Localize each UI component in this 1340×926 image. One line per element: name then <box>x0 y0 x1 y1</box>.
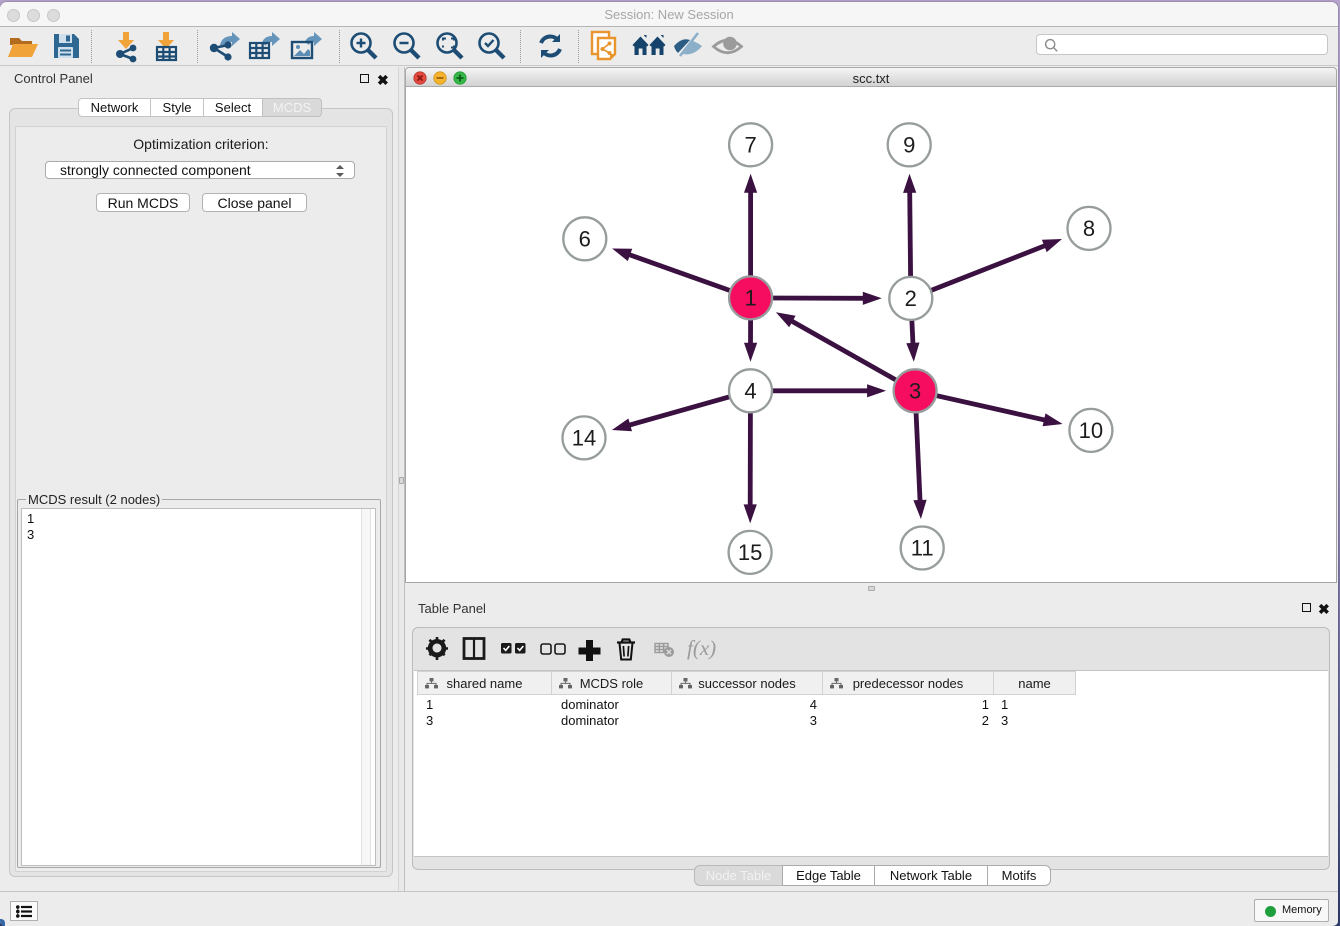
svg-text:9: 9 <box>903 132 915 157</box>
svg-text:10: 10 <box>1079 418 1103 443</box>
svg-text:4: 4 <box>744 378 756 403</box>
svg-text:7: 7 <box>744 132 756 157</box>
svg-text:14: 14 <box>572 425 596 450</box>
svg-text:f(x): f(x) <box>687 637 716 660</box>
svg-text:8: 8 <box>1083 216 1095 241</box>
svg-text:6: 6 <box>579 226 591 251</box>
svg-text:15: 15 <box>738 540 762 565</box>
svg-text:11: 11 <box>911 536 934 561</box>
svg-text:1: 1 <box>744 285 756 310</box>
svg-text:2: 2 <box>905 286 917 311</box>
svg-text:3: 3 <box>909 378 921 403</box>
